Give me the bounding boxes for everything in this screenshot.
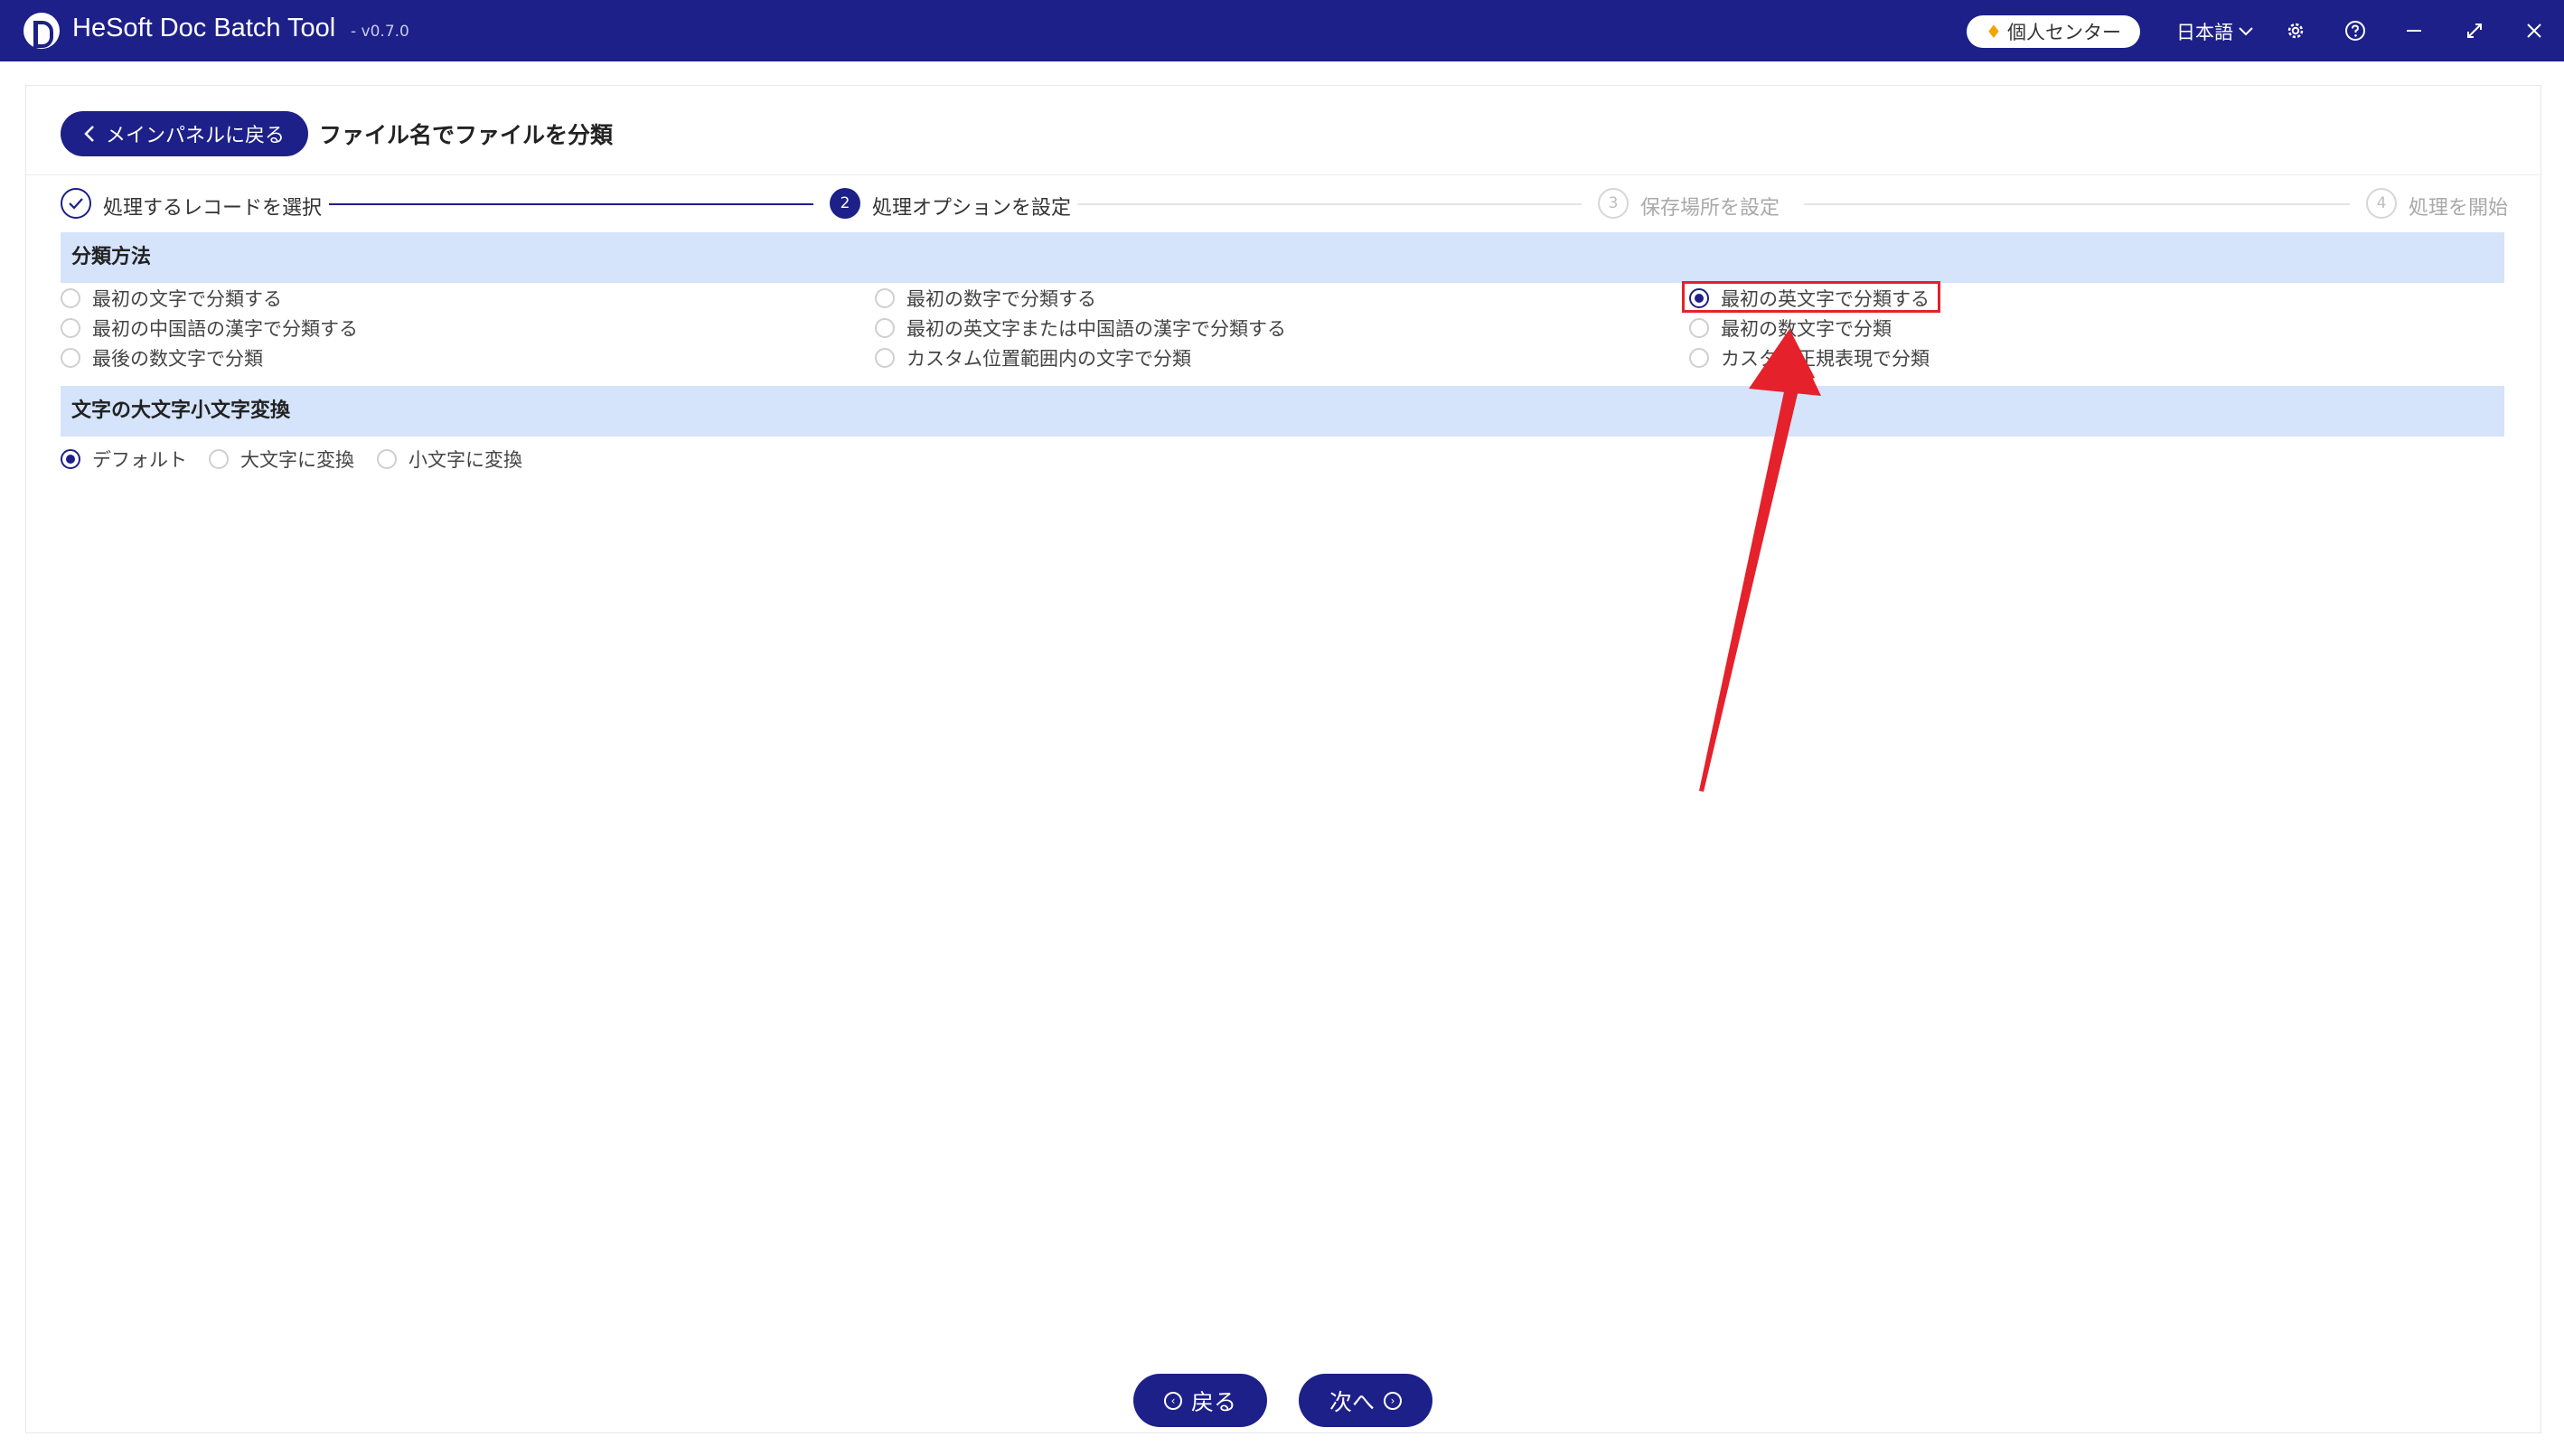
radio-button[interactable] <box>875 348 895 368</box>
divider <box>26 174 2540 175</box>
help-icon[interactable] <box>2341 16 2370 45</box>
page-title: ファイル名でファイルを分類 <box>319 122 614 148</box>
app-logo-icon <box>23 13 60 49</box>
classify-option[interactable]: 最後の数文字で分類 <box>61 344 263 371</box>
diamond-icon: ♦ <box>1986 21 2002 42</box>
user-center-label: 個人センター <box>2006 22 2121 43</box>
classify-option[interactable]: カスタム位置範囲内の文字で分類 <box>875 344 1191 371</box>
step-connector <box>1804 203 2350 205</box>
user-center-button[interactable]: ♦ 個人センター <box>1967 15 2140 48</box>
back-button[interactable]: ‹ 戻る <box>1133 1374 1267 1427</box>
option-label: 最初の英文字または中国語の漢字で分類する <box>906 318 1286 340</box>
step-2-label: 処理オプションを設定 <box>872 197 1072 220</box>
case-option[interactable]: 小文字に変換 <box>377 446 522 473</box>
option-label: 最初の文字で分類する <box>92 288 282 310</box>
step-3-indicator: 3 <box>1598 188 1629 219</box>
chevron-left-icon <box>84 126 94 142</box>
next-button-label: 次へ <box>1329 1388 1375 1415</box>
step-1-indicator <box>61 188 91 219</box>
classification-section-title: 分類方法 <box>61 232 2504 283</box>
main-panel <box>25 85 2541 1433</box>
step-2-indicator: 2 <box>830 188 860 219</box>
radio-button[interactable] <box>875 318 895 338</box>
radio-button[interactable] <box>61 348 80 368</box>
step-1-label: 処理するレコードを選択 <box>103 197 323 220</box>
step-connector <box>329 203 813 205</box>
case-conversion-section-title: 文字の大文字小文字変換 <box>61 386 2504 437</box>
highlight-box <box>1682 281 1940 313</box>
classify-option[interactable]: 最初の数字で分類する <box>875 285 1096 312</box>
check-icon <box>69 198 83 210</box>
arrow-left-circle-icon: ‹ <box>1163 1391 1182 1410</box>
minimize-icon[interactable] <box>2400 16 2428 45</box>
option-label: デフォルト <box>92 449 187 471</box>
back-to-main-button[interactable]: メインパネルに戻る <box>61 111 308 156</box>
radio-button-selected[interactable] <box>61 449 80 469</box>
back-button-label: 戻る <box>1190 1388 1236 1415</box>
step-4-number: 4 <box>2376 194 2387 212</box>
option-label: カスタム位置範囲内の文字で分類 <box>906 348 1191 370</box>
option-label: 小文字に変換 <box>409 449 522 471</box>
next-button[interactable]: 次へ › <box>1299 1374 1432 1427</box>
case-option[interactable]: デフォルト <box>61 446 187 473</box>
option-label: 最初の数字で分類する <box>906 288 1096 310</box>
arrow-right-circle-icon: › <box>1384 1391 1402 1410</box>
back-to-main-label: メインパネルに戻る <box>105 125 285 147</box>
language-selector[interactable]: 日本語 <box>2176 18 2253 45</box>
radio-button[interactable] <box>61 288 80 308</box>
radio-button[interactable] <box>1689 348 1709 368</box>
option-label: 最初の数文字で分類 <box>1721 318 1892 340</box>
option-label: カスタム正規表現で分類 <box>1721 348 1930 370</box>
maximize-icon[interactable] <box>2460 16 2489 45</box>
step-3-label: 保存場所を設定 <box>1640 197 1780 220</box>
gear-icon[interactable] <box>2281 16 2310 45</box>
option-label: 最初の中国語の漢字で分類する <box>92 318 358 340</box>
app-title: HeSoft Doc Batch Tool <box>72 14 336 42</box>
chevron-down-icon <box>2239 27 2253 36</box>
classify-option[interactable]: 最初の英文字または中国語の漢字で分類する <box>875 315 1286 342</box>
language-label: 日本語 <box>2176 22 2233 43</box>
app-version: - v0.7.0 <box>351 23 409 41</box>
option-label: 最後の数文字で分類 <box>92 348 263 370</box>
step-3-number: 3 <box>1608 194 1619 212</box>
close-icon[interactable] <box>2520 16 2549 45</box>
classify-option[interactable]: 最初の文字で分類する <box>61 285 282 312</box>
title-bar: HeSoft Doc Batch Tool - v0.7.0 ♦ 個人センター … <box>0 0 2564 61</box>
radio-button[interactable] <box>61 318 80 338</box>
radio-button[interactable] <box>377 449 397 469</box>
radio-button[interactable] <box>1689 318 1709 338</box>
classify-option[interactable]: カスタム正規表現で分類 <box>1689 344 1930 371</box>
radio-button[interactable] <box>875 288 895 308</box>
case-option[interactable]: 大文字に変換 <box>209 446 354 473</box>
step-4-label: 処理を開始 <box>2409 197 2509 220</box>
step-4-indicator: 4 <box>2366 188 2397 219</box>
option-label: 大文字に変換 <box>240 449 354 471</box>
classify-option[interactable]: 最初の数文字で分類 <box>1689 315 1892 342</box>
step-2-number: 2 <box>840 194 850 212</box>
step-connector <box>1077 203 1582 205</box>
radio-button[interactable] <box>209 449 229 469</box>
classify-option[interactable]: 最初の中国語の漢字で分類する <box>61 315 358 342</box>
